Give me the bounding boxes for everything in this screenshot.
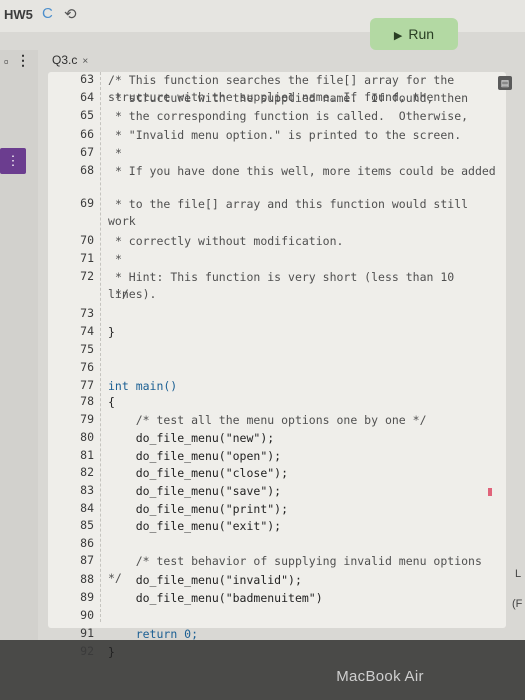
line-number: 89 [80,590,94,604]
code-text: do_file_menu("new"); [108,431,275,445]
code-text: do_file_menu("save"); [108,484,282,498]
code-text: do_file_menu("open"); [108,449,282,463]
code-text: * If you have done this well, more items… [108,164,496,178]
line-number: 63 [80,72,94,86]
line-number: 72 [80,269,94,283]
line-number: 74 [80,324,94,338]
line-number: 83 [80,483,94,497]
run-label: Run [408,26,435,42]
code-text: * correctly without modification. [108,234,344,248]
code-text: do_file_menu("badmenuitem") [108,591,323,605]
line-number: 67 [80,145,94,159]
run-button[interactable]: ▶ Run [370,18,458,50]
minimap-icon[interactable]: ▤ [498,76,512,90]
play-icon: ▶ [393,30,403,42]
line-number: 66 [80,127,94,141]
device-label: MacBook Air [336,668,424,685]
code-editor[interactable]: 63/* This function searches the file[] a… [48,72,506,659]
line-number: 77 [80,378,94,392]
line-number: 76 [80,360,94,374]
code-text: do_file_menu("close"); [108,466,289,480]
line-number: 86 [80,536,94,550]
code-text: * [108,252,122,266]
code-text: * the corresponding function is called. … [108,109,469,123]
code-text: * structure with the supplied name. If f… [108,91,469,105]
line-number: 90 [80,608,94,622]
code-text: * to the file[] array and this function … [108,197,475,228]
line-number: 85 [80,518,94,532]
code-text: /* test all the menu options one by one … [108,413,427,427]
tab-q3-c[interactable]: Q3.c × [52,53,88,67]
tab-label: Q3.c [52,53,78,67]
line-number: 91 [80,626,94,640]
line-number: 75 [80,342,94,356]
screen: HW5 C ⟲ ▶ Run ▫ ⋮ ⋮ Q3.c × 63/* This funct… [0,0,525,659]
line-number: 70 [80,233,94,247]
line-number: 73 [80,306,94,320]
left-sidebar [0,50,38,640]
edge-text: L [515,568,522,580]
line-number: 81 [80,448,94,462]
indent-guide [100,72,102,622]
code-text: do_file_menu("invalid"); [108,573,302,587]
tab-bar: Q3.c × [38,50,525,72]
history-icon[interactable]: ⟲ [64,5,77,23]
app-title: HW5 [4,7,33,22]
line-number: 68 [80,163,94,177]
line-number: 78 [80,394,94,408]
code-text: return 0; [108,627,199,641]
line-number: 82 [80,465,94,479]
line-number: 79 [80,412,94,426]
code-text: do_file_menu("print"); [108,502,289,516]
code-text: { [108,395,115,409]
line-number: 65 [80,108,94,122]
line-number: 88 [80,572,94,586]
close-icon[interactable]: × [82,56,88,67]
more-options-icon[interactable]: ⋮ [0,148,26,174]
code-text: } [108,645,115,659]
menu-icon[interactable]: ⋮ [16,52,30,69]
code-text: int main() [108,379,178,393]
code-text: */ [108,287,129,301]
line-number: 71 [80,251,94,265]
reload-icon[interactable]: C [42,5,53,22]
code-text: do_file_menu("exit"); [108,519,282,533]
code-text: } [108,325,115,339]
panel-icon[interactable]: ▫ [4,54,9,69]
line-number: 64 [80,90,94,104]
code-text: * "Invalid menu option." is printed to t… [108,128,462,142]
line-number: 87 [80,553,94,567]
scroll-marker [488,488,492,496]
line-number: 80 [80,430,94,444]
line-number: 92 [80,644,94,658]
edge-text: (F [512,598,523,610]
code-text: * [108,146,122,160]
line-number: 84 [80,501,94,515]
line-number: 69 [80,196,94,210]
